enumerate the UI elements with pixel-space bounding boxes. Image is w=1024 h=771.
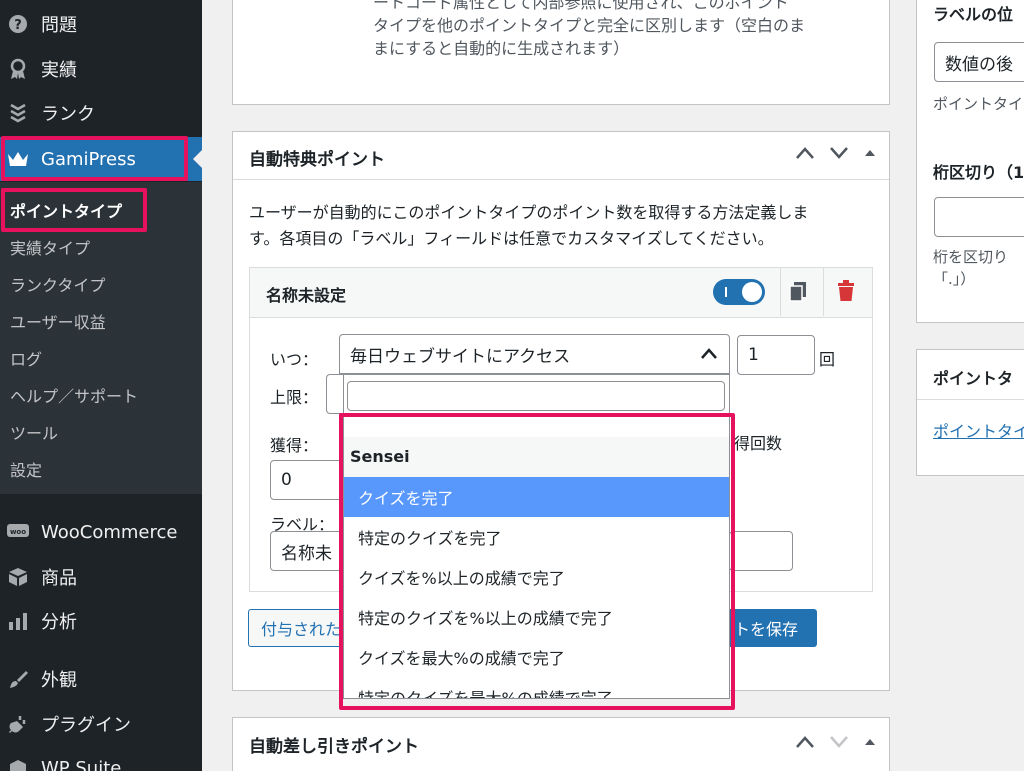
menu-item-label: ランク <box>41 104 95 125</box>
menu-item-plugins[interactable]: プラグイン <box>0 702 202 746</box>
collapse-toggle-icon[interactable] <box>863 144 877 165</box>
highlight-point-types <box>1 188 147 232</box>
chevron-up-icon <box>699 344 719 369</box>
point-type-panel: ポイントタ ポイントタイ <box>916 349 1024 476</box>
move-down-icon[interactable] <box>829 733 849 754</box>
move-up-icon[interactable] <box>795 144 815 165</box>
limit-label: 上限： <box>270 388 319 407</box>
trigger-select[interactable]: 毎日ウェブサイトにアクセス <box>339 334 730 374</box>
submenu-settings[interactable]: 設定 <box>10 457 42 481</box>
when-label: いつ： <box>270 350 319 369</box>
menu-item-label: 外観 <box>41 670 77 691</box>
svg-text:?: ? <box>14 18 22 33</box>
menu-item-analytics[interactable]: 分析 <box>0 599 202 643</box>
trash-icon[interactable] <box>837 280 855 306</box>
label-input-right[interactable] <box>729 531 793 571</box>
trigger-select-value: 毎日ウェブサイトにアクセス <box>350 346 571 367</box>
submenu-achievement-types[interactable]: 実績タイプ <box>10 235 90 259</box>
panel-controls <box>795 733 877 754</box>
move-up-icon[interactable] <box>795 733 815 754</box>
menu-item-achievements[interactable]: 実績 <box>0 47 202 91</box>
add-requirement-button[interactable]: 付与された <box>248 609 348 647</box>
earn-points-input[interactable]: 0 <box>270 460 346 500</box>
menu-item-wp-suite[interactable]: WP Suite <box>0 746 202 771</box>
submenu-rank-types[interactable]: ランクタイプ <box>10 272 105 296</box>
slug-panel: ートコード属性として内部参照に使用され、このポイント タイプを他のポイントタイプ… <box>232 0 890 105</box>
slug-help-line3: まにすると自動的に生成されます） <box>373 39 630 58</box>
active-menu-arrow <box>193 150 202 168</box>
menu-item-appearance[interactable]: 外観 <box>0 657 202 701</box>
menu-item-products[interactable]: 商品 <box>0 555 202 599</box>
move-down-icon[interactable] <box>829 144 849 165</box>
svg-text:woo: woo <box>10 528 26 536</box>
menu-item-label: 分析 <box>41 612 77 633</box>
menu-item-label: WooCommerce <box>41 521 178 543</box>
panel-controls <box>795 144 877 165</box>
label-position-title: ラベルの位 <box>933 5 1014 24</box>
admin-sidebar: ? 問題 実績 ランク GamiPress ポイントタイプ 実績タイプ ランクタ… <box>0 0 202 771</box>
label-position-select[interactable]: 数値の後 <box>934 42 1024 82</box>
slug-help-line1: ートコード属性として内部参照に使用され、このポイント <box>373 0 789 12</box>
point-type-panel-title: ポイントタ <box>933 369 1014 388</box>
plug-icon <box>7 713 29 735</box>
count-input[interactable]: 1 <box>737 335 815 375</box>
separator-help-line1: 桁を区切り <box>933 248 1009 266</box>
award-icon <box>7 58 29 80</box>
requirement-title: 名称未設定 <box>266 286 347 305</box>
question-circle-icon: ? <box>7 13 29 35</box>
earn-label: 獲得： <box>270 436 319 455</box>
menu-item-ranks[interactable]: ランク <box>0 91 202 135</box>
highlight-dropdown <box>339 413 735 710</box>
limit-input[interactable] <box>326 374 344 414</box>
deduct-points-panel: 自動差し引きポイント <box>232 717 890 771</box>
rank-icon <box>7 102 29 124</box>
slug-help-line2: タイプを他のポイントタイプと完全に区別します（空白のま <box>373 16 806 35</box>
box-icon <box>7 566 29 588</box>
submenu-logs[interactable]: ログ <box>10 346 42 370</box>
copy-icon[interactable] <box>788 281 808 307</box>
menu-item-label: WP Suite <box>41 757 122 771</box>
collapse-toggle-icon[interactable] <box>863 733 877 754</box>
submenu-tools[interactable]: ツール <box>10 420 58 444</box>
menu-item-label: 問題 <box>41 15 77 36</box>
separator-title: 桁区切り（1 <box>933 163 1024 182</box>
panel-title: 自動特典ポイント <box>249 150 385 170</box>
panel-title: 自動差し引きポイント <box>249 737 419 757</box>
menu-item-label: 実績 <box>41 60 77 81</box>
submenu-help-support[interactable]: ヘルプ／サポート <box>10 383 138 407</box>
submenu-user-earnings[interactable]: ユーザー収益 <box>10 309 106 333</box>
point-type-link[interactable]: ポイントタイ <box>933 418 1024 442</box>
earn-times-suffix: 得回数 <box>734 434 783 453</box>
paintbrush-icon <box>7 668 29 690</box>
requirement-enabled-toggle[interactable] <box>713 279 765 305</box>
format-panel: ラベルの位 数値の後 ポイントタイ 桁区切り（1 桁を区切り 「.」） <box>916 0 1024 323</box>
count-unit: 回 <box>819 350 836 369</box>
menu-item-questions[interactable]: ? 問題 <box>0 2 202 46</box>
woo-icon: woo <box>7 521 29 543</box>
panel-description-line2: す。各項目の「ラベル」フィールドは任意でカスタマイズしてください。 <box>249 229 774 248</box>
label-input[interactable]: 名称未 <box>270 531 346 571</box>
panel-description-line1: ユーザーが自動的にこのポイントタイプのポイント数を取得する方法定義しま <box>249 203 809 222</box>
separator-input[interactable] <box>934 197 1024 237</box>
separator-help-line2: 「.」） <box>933 270 976 288</box>
label-position-help: ポイントタイ <box>933 95 1024 113</box>
save-points-button[interactable]: トを保存 <box>726 609 817 647</box>
menu-item-woocommerce[interactable]: woo WooCommerce <box>0 510 202 554</box>
suite-icon <box>7 757 29 771</box>
menu-item-label: プラグイン <box>41 715 131 736</box>
dropdown-search-input[interactable] <box>347 381 725 411</box>
chart-bar-icon <box>7 610 29 632</box>
menu-item-label: 商品 <box>41 568 77 589</box>
highlight-gamipress <box>1 136 188 181</box>
